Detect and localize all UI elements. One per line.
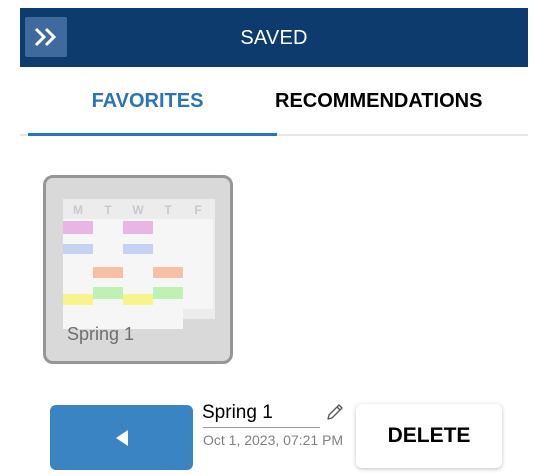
- pencil-icon[interactable]: [325, 402, 345, 422]
- class-block: [63, 294, 93, 305]
- tab-favorites[interactable]: FAVORITES: [20, 67, 275, 135]
- schedule-name[interactable]: Spring 1: [202, 402, 273, 424]
- class-block: [123, 244, 153, 254]
- class-block: [63, 244, 93, 254]
- day-label: W: [132, 203, 144, 217]
- class-block: [153, 287, 183, 299]
- tab-recommendations[interactable]: RECOMMENDATIONS: [275, 67, 528, 135]
- class-block: [123, 221, 153, 234]
- day-column: [183, 219, 213, 309]
- delete-button[interactable]: DELETE: [356, 404, 502, 468]
- day-column: [123, 219, 153, 329]
- back-button[interactable]: [50, 405, 193, 470]
- class-block: [123, 294, 153, 305]
- schedule-thumbnail: M T W T F: [63, 199, 215, 329]
- tab-bar: FAVORITES RECOMMENDATIONS: [20, 67, 528, 139]
- day-label: T: [164, 203, 172, 217]
- triangle-left-icon: [115, 429, 128, 446]
- class-block: [93, 287, 123, 299]
- class-block: [153, 267, 183, 278]
- day-label: M: [73, 203, 83, 217]
- name-underline: [203, 427, 320, 428]
- schedule-card-label: Spring 1: [67, 324, 135, 344]
- schedule-card[interactable]: M T W T F Spring 1: [43, 175, 233, 364]
- class-block: [63, 221, 93, 234]
- day-label: F: [194, 203, 202, 217]
- day-column: [63, 219, 93, 329]
- active-tab-indicator: [28, 133, 277, 136]
- page-title: SAVED: [240, 27, 308, 49]
- class-block: [93, 267, 123, 278]
- header-bar: SAVED: [20, 8, 528, 67]
- day-label: T: [104, 203, 112, 217]
- schedule-date: Oct 1, 2023, 07:21 PM: [203, 432, 344, 448]
